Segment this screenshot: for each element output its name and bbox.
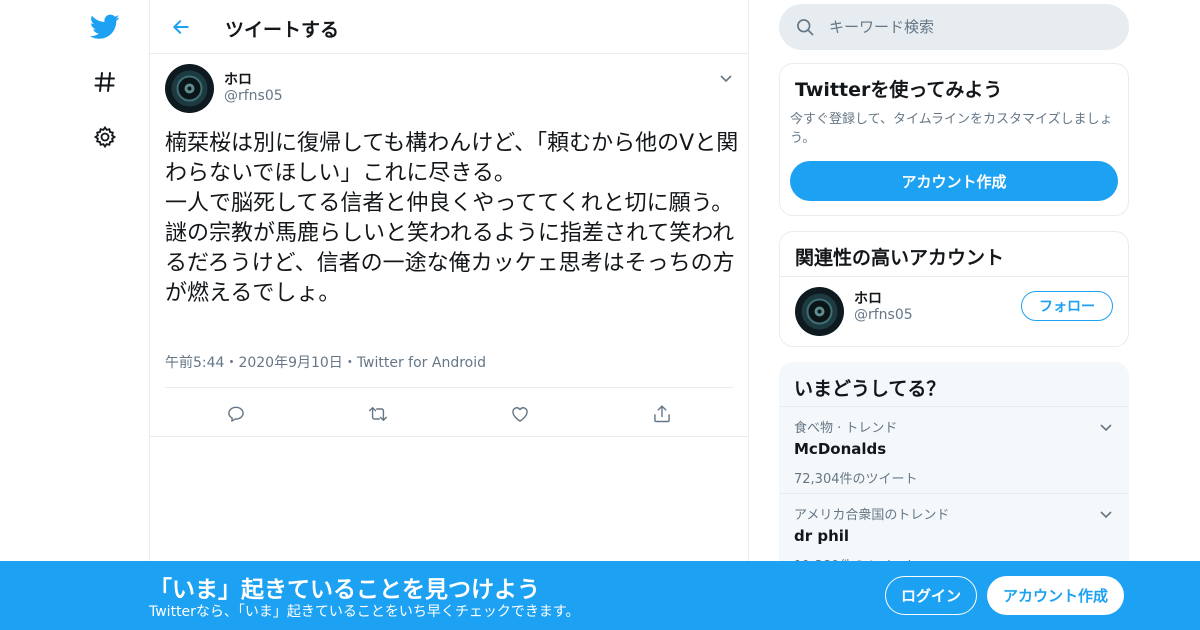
banner-subtitle: Twitterなら、「いま」起きていることをいち早くチェックできます。 (149, 604, 580, 620)
search-box[interactable] (779, 4, 1129, 50)
divider (165, 387, 733, 388)
author-handle[interactable]: @rfns05 (224, 88, 283, 104)
related-accounts-title: 関連性の高いアカウント (795, 247, 1005, 269)
banner-title: 「いま」起きていることを見つけよう (149, 577, 540, 603)
like-icon[interactable] (505, 399, 535, 429)
retweet-icon[interactable] (363, 399, 393, 429)
trends-title: いまどうしてる？ (779, 362, 1129, 407)
page-title: ツイートする (225, 19, 340, 41)
create-account-button[interactable]: アカウント作成 (790, 161, 1118, 201)
meta-separator: ・ (342, 355, 357, 371)
search-input[interactable] (829, 16, 1109, 38)
avatar[interactable] (795, 287, 844, 336)
login-button[interactable]: ログイン (885, 576, 977, 615)
tweet-detail: ホロ @rfns05 楠栞桜は別に復帰しても構わんけど、「頼むから他のVと関わら… (150, 54, 748, 437)
tweet-text: 楠栞桜は別に復帰しても構わんけど、「頼むから他のVと関わらないでほしい」これに尽… (165, 131, 739, 306)
trend-context: アメリカ合衆国のトレンド (794, 508, 950, 523)
tweet-time[interactable]: 午前5:44 (165, 355, 224, 371)
trend-name: McDonalds (794, 440, 887, 458)
chevron-down-icon[interactable] (718, 70, 734, 86)
author-name[interactable]: ホロ (224, 69, 252, 89)
column-header: ツイートする (150, 0, 748, 54)
related-accounts-header: 関連性の高いアカウント (780, 232, 1128, 277)
banner-create-account-button[interactable]: アカウント作成 (987, 576, 1124, 615)
related-accounts-card: 関連性の高いアカウント ホロ @rfns05 フォロー (779, 231, 1129, 347)
signup-banner: 「いま」起きていることを見つけよう Twitterなら、「いま」起きていることを… (0, 561, 1200, 630)
chevron-down-icon[interactable] (1098, 506, 1114, 522)
share-icon[interactable] (647, 399, 677, 429)
tweet-column: ツイートする ホロ @rfns05 楠栞桜は別に復帰しても構わんけど、「頼むから… (149, 0, 749, 630)
page: ツイートする ホロ @rfns05 楠栞桜は別に復帰しても構わんけど、「頼むから… (0, 0, 1200, 630)
arrow-left-icon[interactable] (166, 12, 196, 42)
trend-name: dr phil (794, 527, 850, 545)
hashtag-icon[interactable] (90, 67, 120, 97)
follow-button[interactable]: フォロー (1021, 291, 1113, 321)
search-icon (795, 17, 815, 37)
trend-context: 食べ物 · トレンド (794, 421, 898, 436)
tweet-actions (165, 399, 733, 429)
reply-icon[interactable] (221, 399, 251, 429)
related-account-name[interactable]: ホロ (854, 288, 882, 308)
trend-item[interactable]: 食べ物 · トレンド McDonalds 72,304件のツイート (779, 407, 1129, 494)
twitter-bird-icon[interactable] (90, 12, 120, 42)
tweet-source: Twitter for Android (356, 355, 487, 371)
related-account-handle[interactable]: @rfns05 (854, 307, 913, 323)
chevron-down-icon[interactable] (1098, 419, 1114, 435)
trend-count: 72,304件のツイート (794, 472, 918, 487)
left-nav (80, 0, 130, 630)
signup-card-title: Twitterを使ってみよう (795, 79, 1003, 101)
signup-card-subtitle: 今すぐ登録して、タイムラインをカスタマイズしましょう。 (790, 112, 1113, 146)
avatar[interactable] (165, 64, 214, 113)
gear-icon[interactable] (90, 122, 120, 152)
meta-separator: ・ (224, 355, 239, 371)
tweet-meta: 午前5:44・2020年9月10日・Twitter for Android (165, 352, 486, 372)
tweet-date[interactable]: 2020年9月10日 (238, 355, 342, 371)
signup-card: Twitterを使ってみよう 今すぐ登録して、タイムラインをカスタマイズしましょ… (779, 63, 1129, 216)
